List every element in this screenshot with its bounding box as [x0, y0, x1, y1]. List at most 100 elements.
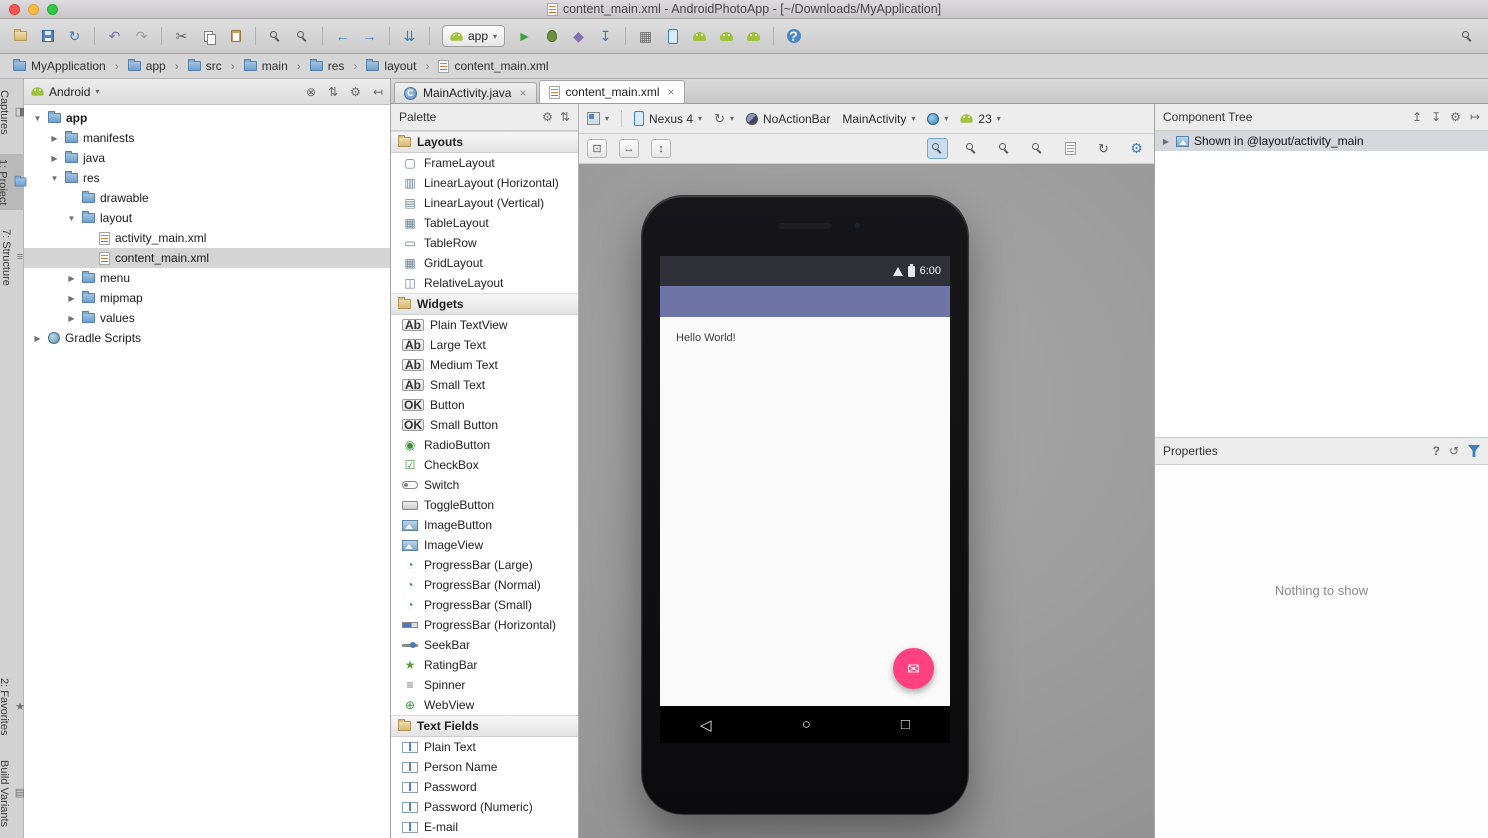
palette-item[interactable]: ▤LinearLayout (Vertical) [391, 193, 578, 213]
device-screen[interactable]: 6:00 Hello World! ✉ ◁ [660, 256, 950, 743]
refresh-icon[interactable]: ↻ [1094, 139, 1113, 158]
tree-node[interactable]: ▶values [24, 308, 390, 328]
palette-item[interactable]: ImageButton [391, 515, 578, 535]
tree-toggle-icon[interactable]: ▶ [1161, 137, 1171, 146]
palette-item[interactable]: ProgressBar (Horizontal) [391, 615, 578, 635]
palette-item[interactable]: Switch [391, 475, 578, 495]
palette-section-header[interactable]: Widgets [391, 293, 578, 315]
expand-all-icon[interactable]: ↥ [1412, 110, 1422, 124]
close-tab-icon[interactable]: × [519, 87, 526, 99]
tree-node[interactable]: ▶Gradle Scripts [24, 328, 390, 348]
filter-panel-icon[interactable]: ⊗ [306, 85, 316, 99]
breadcrumb-item[interactable]: res [307, 58, 348, 74]
tree-node[interactable]: activity_main.xml [24, 228, 390, 248]
hello-world-text[interactable]: Hello World! [676, 332, 736, 344]
fit-height-icon[interactable]: ↕ [651, 139, 671, 158]
device-selector[interactable]: Nexus 4 ▾ [634, 111, 702, 126]
gear-icon[interactable]: ⚙ [542, 110, 553, 124]
tree-toggle-icon[interactable]: ▶ [66, 294, 77, 303]
locale-selector[interactable]: ▾ [927, 113, 948, 125]
fit-width-icon[interactable]: ↔ [619, 139, 639, 158]
tree-node[interactable]: ▼res [24, 168, 390, 188]
zoom-actual-icon[interactable] [927, 138, 948, 159]
help-button[interactable]: ? [781, 25, 806, 48]
palette-item[interactable]: AbMedium Text [391, 355, 578, 375]
palette-item[interactable]: IE-mail [391, 817, 578, 837]
debug-button[interactable] [539, 25, 564, 48]
tree-node[interactable]: ▶java [24, 148, 390, 168]
tree-node[interactable]: ▼layout [24, 208, 390, 228]
tree-toggle-icon[interactable]: ▶ [32, 334, 43, 343]
api-version-selector[interactable]: 23 ▾ [960, 112, 1000, 126]
breadcrumb-item[interactable]: layout [363, 58, 419, 74]
palette-item[interactable]: ≡Spinner [391, 675, 578, 695]
tree-node[interactable]: ▶menu [24, 268, 390, 288]
palette-item[interactable]: IPassword (Numeric) [391, 797, 578, 817]
forward-button[interactable]: → [357, 25, 382, 48]
paste-button[interactable] [223, 25, 248, 48]
device-monitor-button[interactable] [714, 25, 739, 48]
tree-toggle-icon[interactable]: ▶ [66, 314, 77, 323]
palette-section-header[interactable]: Layouts [391, 131, 578, 153]
render-options-gear-icon[interactable]: ⚙ [1127, 139, 1146, 158]
breadcrumb-item[interactable]: content_main.xml [435, 58, 551, 74]
editor-tab[interactable]: CMainActivity.java× [394, 82, 537, 103]
editor-tab[interactable]: content_main.xml× [539, 80, 685, 103]
redo-button[interactable]: ↷ [129, 25, 154, 48]
filter-icon[interactable] [1468, 445, 1480, 457]
palette-item[interactable]: OKSmall Button [391, 415, 578, 435]
breadcrumb-item[interactable]: app [125, 58, 169, 74]
fab-button[interactable]: ✉ [893, 648, 934, 689]
app-bar[interactable] [660, 286, 950, 317]
gear-icon[interactable]: ⚙ [350, 85, 361, 99]
tool-window-tab-2-favorites[interactable]: ★2: Favorites [0, 673, 27, 740]
palette-item[interactable]: ▦GridLayout [391, 253, 578, 273]
palette-item[interactable]: IPlain Text [391, 737, 578, 757]
sort-icon[interactable]: ⇅ [560, 110, 570, 124]
tree-toggle-icon[interactable]: ▼ [66, 214, 77, 223]
captures-grid-button[interactable]: ▦ [633, 25, 658, 48]
run-button[interactable]: ► [512, 25, 537, 48]
tree-toggle-icon[interactable]: ▶ [66, 274, 77, 283]
hide-panel-icon[interactable]: ↦ [1470, 110, 1480, 124]
palette-item[interactable]: ★RatingBar [391, 655, 578, 675]
run-config-selector[interactable]: app▾ [442, 25, 505, 47]
palette-item[interactable]: ◉RadioButton [391, 435, 578, 455]
render-config-selector[interactable]: ▾ [587, 112, 609, 125]
gear-icon[interactable]: ⚙ [1450, 110, 1461, 124]
tree-node[interactable]: ▶manifests [24, 128, 390, 148]
sync-button[interactable]: ↻ [62, 25, 87, 48]
breadcrumb-item[interactable]: src [185, 58, 225, 74]
palette-item[interactable]: ☑CheckBox [391, 455, 578, 475]
back-button[interactable]: ← [330, 25, 355, 48]
zoom-reset-icon[interactable] [962, 139, 981, 158]
zoom-to-fit-icon[interactable]: ⊡ [587, 139, 607, 158]
collapse-all-icon[interactable]: ↧ [1431, 110, 1441, 124]
cut-button[interactable]: ✂ [169, 25, 194, 48]
breadcrumb-item[interactable]: MyApplication [10, 58, 109, 74]
android-monitor-button[interactable] [741, 25, 766, 48]
breadcrumb-item[interactable]: main [241, 58, 291, 74]
palette-item[interactable]: AbLarge Text [391, 335, 578, 355]
restore-defaults-icon[interactable]: ↺ [1449, 444, 1459, 458]
design-surface[interactable]: 6:00 Hello World! ✉ ◁ [579, 164, 1154, 838]
sdk-manager-button[interactable] [687, 25, 712, 48]
coverage-button[interactable]: ◆ [566, 25, 591, 48]
tree-toggle-icon[interactable]: ▼ [32, 114, 43, 123]
component-tree-root-node[interactable]: ▶ Shown in @layout/activity_main [1155, 131, 1488, 151]
palette-section-header[interactable]: Text Fields [391, 715, 578, 737]
search-button[interactable] [1455, 25, 1480, 48]
palette-item[interactable]: ToggleButton [391, 495, 578, 515]
open-button[interactable] [8, 25, 33, 48]
tree-node[interactable]: ▶mipmap [24, 288, 390, 308]
zoom-in-icon[interactable] [995, 139, 1014, 158]
copy-button[interactable] [196, 25, 221, 48]
preview-xml-icon[interactable] [1061, 139, 1080, 158]
palette-item[interactable]: ImageView [391, 535, 578, 555]
zoom-out-icon[interactable] [1028, 139, 1047, 158]
attach-debugger-button[interactable]: ↧ [593, 25, 618, 48]
theme-selector[interactable]: NoActionBar [746, 112, 830, 126]
palette-item[interactable]: ◔ProgressBar (Small) [391, 595, 578, 615]
palette-item[interactable]: ⊕WebView [391, 695, 578, 715]
tree-toggle-icon[interactable]: ▶ [49, 134, 60, 143]
